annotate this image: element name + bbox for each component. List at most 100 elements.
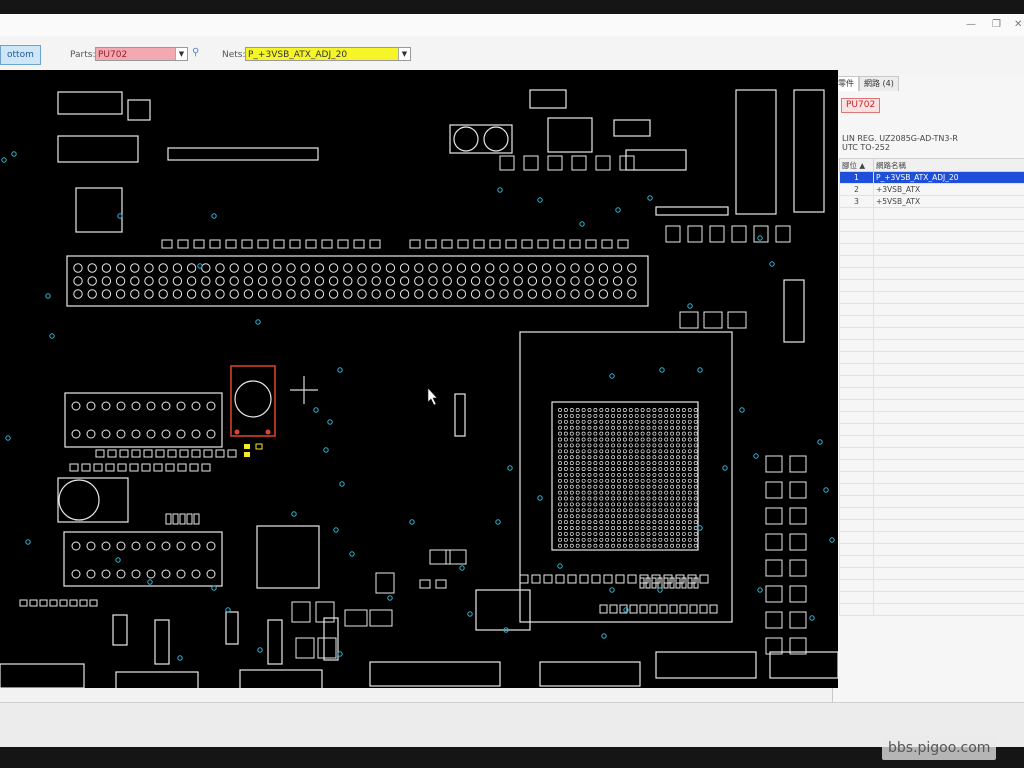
bga-ball <box>569 443 574 448</box>
pin-number-cell: 3 <box>839 195 874 208</box>
table-row[interactable]: 2 +3VSB_ATX <box>839 183 1024 196</box>
bga-ball <box>676 467 680 471</box>
column-header-pin[interactable]: 腳位 ▲ <box>839 158 874 172</box>
bga-ball <box>693 484 698 489</box>
watermark: bbs.pigoo.com <box>882 736 997 760</box>
bga-ball <box>605 413 610 418</box>
header-pin <box>229 276 239 286</box>
pcb-via <box>722 465 728 471</box>
table-row[interactable]: 3 +5VSB_ATX <box>839 195 1024 208</box>
bga-ball <box>652 437 657 442</box>
bga-ball <box>670 443 675 448</box>
smd-pad <box>375 572 395 594</box>
column-header-net[interactable]: 網路名稱 <box>873 158 1024 172</box>
empty-table-row <box>839 519 1024 532</box>
bga-ball <box>558 455 562 460</box>
table-row[interactable]: 1 P_+3VSB_ATX_ADJ_20 <box>839 171 1024 184</box>
bga-ball <box>693 443 698 448</box>
header-pin <box>598 276 609 286</box>
header-pin <box>470 276 481 286</box>
bga-ball <box>605 449 610 454</box>
bga-ball <box>569 472 574 477</box>
bga-ball <box>569 537 574 542</box>
smd-pad <box>553 239 565 249</box>
bga-ball <box>622 543 627 548</box>
pin-number-cell: 1 <box>839 171 874 184</box>
bga-ball <box>664 413 669 418</box>
chevron-down-icon[interactable]: ▼ <box>175 48 187 60</box>
parts-select[interactable]: PU702 ▼ <box>95 47 188 61</box>
bga-ball <box>693 520 698 525</box>
bga-ball <box>611 461 616 466</box>
bga-ball <box>687 484 692 489</box>
bga-ball <box>646 478 651 483</box>
tab-nets[interactable]: 網路 (4) <box>859 76 899 91</box>
bga-ball <box>587 496 592 501</box>
header-pin <box>470 263 481 273</box>
smd-pad <box>571 155 587 171</box>
bga-ball <box>617 461 621 466</box>
pcb-layout-canvas[interactable] <box>0 70 838 688</box>
header-pin <box>343 289 353 299</box>
pcb-via <box>557 563 563 569</box>
bga-ball <box>664 537 669 542</box>
connector-pin <box>206 429 216 439</box>
header-pin <box>541 289 552 299</box>
bga-ball <box>605 431 610 436</box>
header-pin <box>627 276 637 286</box>
bga-ball <box>581 537 586 542</box>
bga-ball <box>693 425 698 430</box>
nets-select[interactable]: P_+3VSB_ATX_ADJ_20 ▼ <box>245 47 411 61</box>
bga-ball <box>611 508 616 513</box>
bga-ball <box>670 496 675 501</box>
bga-ball <box>687 526 692 530</box>
header-pin <box>627 289 637 299</box>
connector-pin <box>191 541 201 551</box>
bga-ball <box>599 502 604 507</box>
empty-table-row <box>839 219 1024 232</box>
bga-ball <box>646 419 651 424</box>
bga-ball <box>563 437 568 442</box>
bga-ball <box>575 467 580 471</box>
chevron-down-icon[interactable]: ▼ <box>398 48 410 60</box>
bga-ball <box>575 502 580 507</box>
header-pin <box>186 263 197 273</box>
bga-ball <box>611 413 616 418</box>
bga-ball <box>587 467 592 471</box>
restore-icon[interactable]: ❐ <box>992 19 1001 30</box>
bga-ball <box>693 502 698 507</box>
bga-ball <box>563 425 568 430</box>
bga-ball <box>634 484 639 489</box>
smd-pad <box>172 513 179 525</box>
bga-ball <box>593 425 598 430</box>
magnifier-icon[interactable]: ⚲ <box>192 47 204 59</box>
empty-table-row <box>839 399 1024 412</box>
bga-ball <box>587 531 592 536</box>
bottom-side-button[interactable]: ottom <box>0 45 41 65</box>
close-icon[interactable]: ✕ <box>1014 19 1022 30</box>
bga-ball <box>652 543 657 548</box>
pcb-via <box>409 519 415 525</box>
bga-ball <box>670 472 675 477</box>
bga-ball <box>581 472 586 477</box>
header-pin <box>371 276 381 286</box>
smd-pad <box>579 574 589 584</box>
header-pin <box>371 289 381 299</box>
minimize-icon[interactable]: — <box>966 19 976 30</box>
bga-ball <box>599 514 604 519</box>
bga-ball <box>611 472 616 477</box>
bga-ball <box>611 408 616 412</box>
smd-pad <box>789 455 807 473</box>
header-pin <box>158 263 168 273</box>
connector-pin <box>191 429 201 439</box>
header-pin <box>101 289 112 299</box>
bga-ball <box>563 461 568 466</box>
bga-ball <box>563 496 568 501</box>
bga-ball <box>622 425 627 430</box>
bga-ball <box>670 431 675 436</box>
connector-pin <box>131 401 141 411</box>
smd-pad <box>609 604 618 614</box>
bga-ball <box>605 508 610 513</box>
bga-ball <box>563 478 568 483</box>
pcb-footprint <box>539 661 641 687</box>
